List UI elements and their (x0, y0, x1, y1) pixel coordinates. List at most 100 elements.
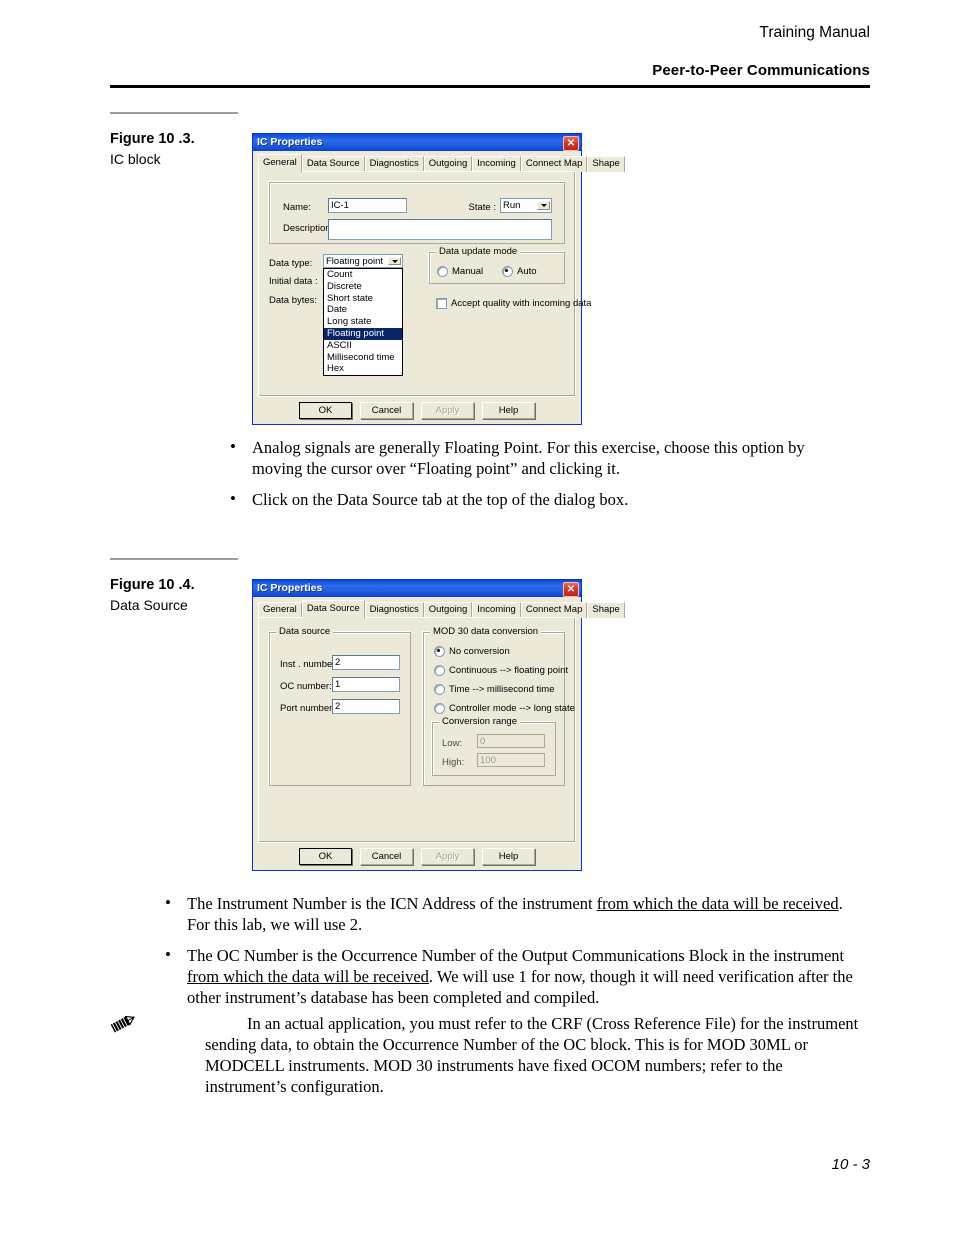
dialog-body: General Data Source Diagnostics Outgoing… (254, 152, 625, 423)
tab-diagnostics[interactable]: Diagnostics (364, 156, 424, 172)
data-type-option-short-state[interactable]: Short state (324, 293, 402, 305)
accept-quality-label: Accept quality with incoming data (451, 298, 592, 309)
manual-title: Training Manual (759, 24, 870, 41)
data-source-group-label: Data source (276, 627, 334, 637)
tab-outgoing[interactable]: Outgoing (423, 156, 473, 172)
ic-properties-dialog-general[interactable]: IC Properties ✕ General Data Source Diag… (252, 133, 625, 425)
apply-button: Apply (421, 848, 474, 865)
cancel-button[interactable]: Cancel (360, 848, 413, 865)
dialog-titlebar[interactable]: IC Properties ✕ (253, 134, 581, 151)
radio-continuous-floating-point[interactable]: Continuous --> floating point (434, 665, 568, 676)
bullet-item: Click on the Data Source tab at the top … (215, 488, 855, 510)
radio-auto[interactable]: Auto (502, 266, 537, 277)
radio-dot-icon (502, 266, 513, 277)
data-type-option-count[interactable]: Count (324, 269, 402, 281)
radio-time-label: Time --> millisecond time (449, 684, 555, 695)
tab-bar[interactable]: General Data Source Diagnostics Outgoing… (258, 600, 625, 619)
pencil-icon (110, 1013, 140, 1039)
radio-no-conversion-label: No conversion (449, 646, 510, 657)
data-type-option-long-state[interactable]: Long state (324, 316, 402, 328)
tab-bar[interactable]: General Data Source Diagnostics Outgoing… (258, 154, 625, 173)
data-type-option-list[interactable]: Count Discrete Short state Date Long sta… (323, 268, 403, 377)
data-type-option-floating-point[interactable]: Floating point (324, 327, 402, 340)
tab-incoming[interactable]: Incoming (472, 602, 521, 618)
tab-connect-map[interactable]: Connect Map (520, 156, 588, 172)
radio-manual[interactable]: Manual (437, 266, 483, 277)
data-type-option-discrete[interactable]: Discrete (324, 281, 402, 293)
ok-button[interactable]: OK (299, 402, 352, 419)
ok-button[interactable]: OK (299, 848, 352, 865)
tab-outgoing[interactable]: Outgoing (423, 602, 473, 618)
ic-properties-dialog-data-source[interactable]: IC Properties ✕ General Data Source Diag… (252, 579, 625, 871)
inst-number-label: Inst . number: (280, 659, 339, 670)
radio-dot-icon (434, 703, 445, 714)
mod30-data-conversion-group: MOD 30 data conversion No conversion Con… (423, 627, 575, 786)
section-title: Peer-to-Peer Communications (652, 62, 870, 79)
radio-controller-mode-label: Controller mode --> long state (449, 703, 575, 714)
low-label: Low: (442, 738, 463, 749)
dialog-title: IC Properties (257, 136, 323, 148)
close-icon[interactable]: ✕ (563, 582, 579, 597)
state-dropdown[interactable]: Run (500, 198, 552, 213)
tab-general[interactable]: General (258, 602, 302, 618)
note-text: In an actual application, you must refer… (205, 1014, 859, 1096)
note-block: In an actual application, you must refer… (110, 1013, 860, 1097)
conversion-range-label: Conversion range (439, 717, 520, 727)
inst-number-input[interactable]: 2 (332, 655, 400, 670)
radio-no-conversion[interactable]: No conversion (434, 646, 510, 657)
name-label: Name: (283, 202, 311, 213)
figure-10-4-subtitle: Data Source (110, 597, 188, 613)
general-tab-panel: Name: IC-1 State : Run Description: Data… (258, 171, 591, 397)
tab-data-source[interactable]: Data Source (301, 156, 365, 172)
high-input: 100 (477, 753, 545, 767)
data-type-option-hex[interactable]: Hex (324, 363, 402, 375)
apply-button: Apply (421, 402, 474, 419)
low-input: 0 (477, 734, 545, 748)
bullet-part-underlined: from which the data will be received (187, 967, 429, 986)
help-button[interactable]: Help (482, 402, 535, 419)
data-update-mode-label: Data update mode (436, 247, 521, 257)
port-number-input[interactable]: 2 (332, 699, 400, 714)
data-type-option-millisecond-time[interactable]: Millisecond time (324, 352, 402, 364)
bullet-part-underlined: from which the data will be received (596, 894, 839, 913)
bullet-item: The Instrument Number is the ICN Address… (150, 892, 860, 935)
radio-time-millisecond-time[interactable]: Time --> millisecond time (434, 684, 555, 695)
data-source-group: Data source Inst . number: 2 OC number: … (269, 627, 411, 786)
mod30-conversion-label: MOD 30 data conversion (430, 627, 542, 637)
state-value: Run (503, 200, 521, 211)
oc-number-input[interactable]: 1 (332, 677, 400, 692)
figure-10-4-caption: Figure 10 .4. Data Source (110, 558, 250, 614)
tab-shape[interactable]: Shape (587, 156, 625, 172)
accept-quality-checkbox[interactable]: Accept quality with incoming data (436, 298, 591, 309)
data-type-option-date[interactable]: Date (324, 304, 402, 316)
dialog-button-row: OK Cancel Apply Help (254, 848, 580, 865)
chevron-down-icon[interactable] (537, 201, 550, 210)
data-type-option-ascii[interactable]: ASCII (324, 340, 402, 352)
data-type-dropdown[interactable]: Floating point (323, 254, 403, 268)
tab-incoming[interactable]: Incoming (472, 156, 521, 172)
radio-controller-mode-long-state[interactable]: Controller mode --> long state (434, 703, 575, 714)
tab-shape[interactable]: Shape (587, 602, 625, 618)
name-input[interactable]: IC-1 (328, 198, 407, 213)
radio-continuous-label: Continuous --> floating point (449, 665, 569, 676)
bullets-after-figure-10-3: Analog signals are generally Floating Po… (215, 436, 855, 520)
tab-general[interactable]: General (258, 154, 302, 173)
close-icon[interactable]: ✕ (563, 136, 579, 151)
radio-dot-icon (434, 684, 445, 695)
help-button[interactable]: Help (482, 848, 535, 865)
description-label: Description: (283, 223, 334, 234)
data-update-mode-group: Data update mode Manual Auto (429, 247, 565, 284)
initial-data-label: Initial data : (269, 276, 318, 287)
tab-diagnostics[interactable]: Diagnostics (364, 602, 424, 618)
cancel-button[interactable]: Cancel (360, 402, 413, 419)
description-input[interactable] (328, 219, 552, 240)
oc-number-label: OC number: (280, 681, 332, 692)
checkbox-icon (436, 298, 447, 309)
dialog-titlebar[interactable]: IC Properties ✕ (253, 580, 581, 597)
chevron-down-icon[interactable] (388, 257, 401, 265)
tab-connect-map[interactable]: Connect Map (520, 602, 588, 618)
tab-data-source[interactable]: Data Source (301, 600, 365, 619)
page-number: 10 - 3 (831, 1156, 870, 1173)
caption-rule (110, 112, 238, 114)
data-source-tab-panel: Data source Inst . number: 2 OC number: … (258, 617, 576, 843)
